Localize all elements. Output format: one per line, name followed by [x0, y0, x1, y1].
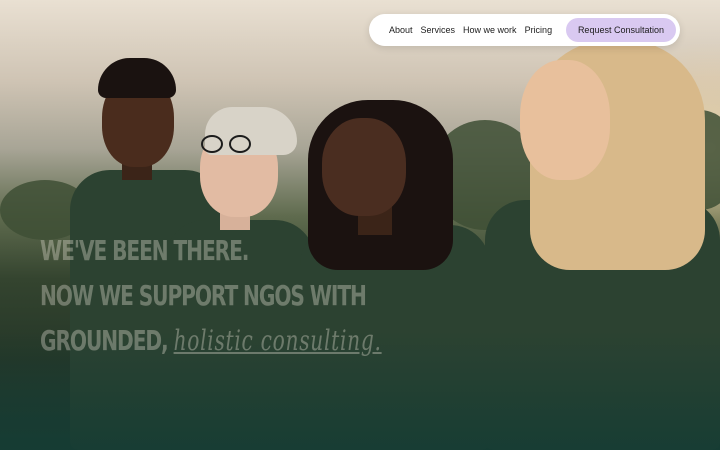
headline-script-text: holistic consulting.	[173, 324, 382, 357]
hero-headline: We've been there. Now we support NGOs wi…	[40, 228, 381, 363]
headline-line-1: We've been there.	[40, 234, 249, 267]
nav-link-how-we-work[interactable]: How we work	[463, 25, 517, 35]
person-right	[485, 40, 720, 450]
nav-link-services[interactable]: Services	[421, 25, 456, 35]
nav-link-pricing[interactable]: Pricing	[525, 25, 553, 35]
nav-link-about[interactable]: About	[389, 25, 413, 35]
headline-line-3: grounded, holistic consulting.	[40, 318, 381, 363]
headline-line-2: Now we support NGOs with	[40, 279, 367, 312]
request-consultation-button[interactable]: Request Consultation	[565, 18, 676, 42]
top-navigation: About Services How we work Pricing Reque…	[369, 14, 680, 46]
hero-photo	[0, 0, 720, 450]
headline-line-3-prefix: grounded,	[40, 324, 169, 357]
